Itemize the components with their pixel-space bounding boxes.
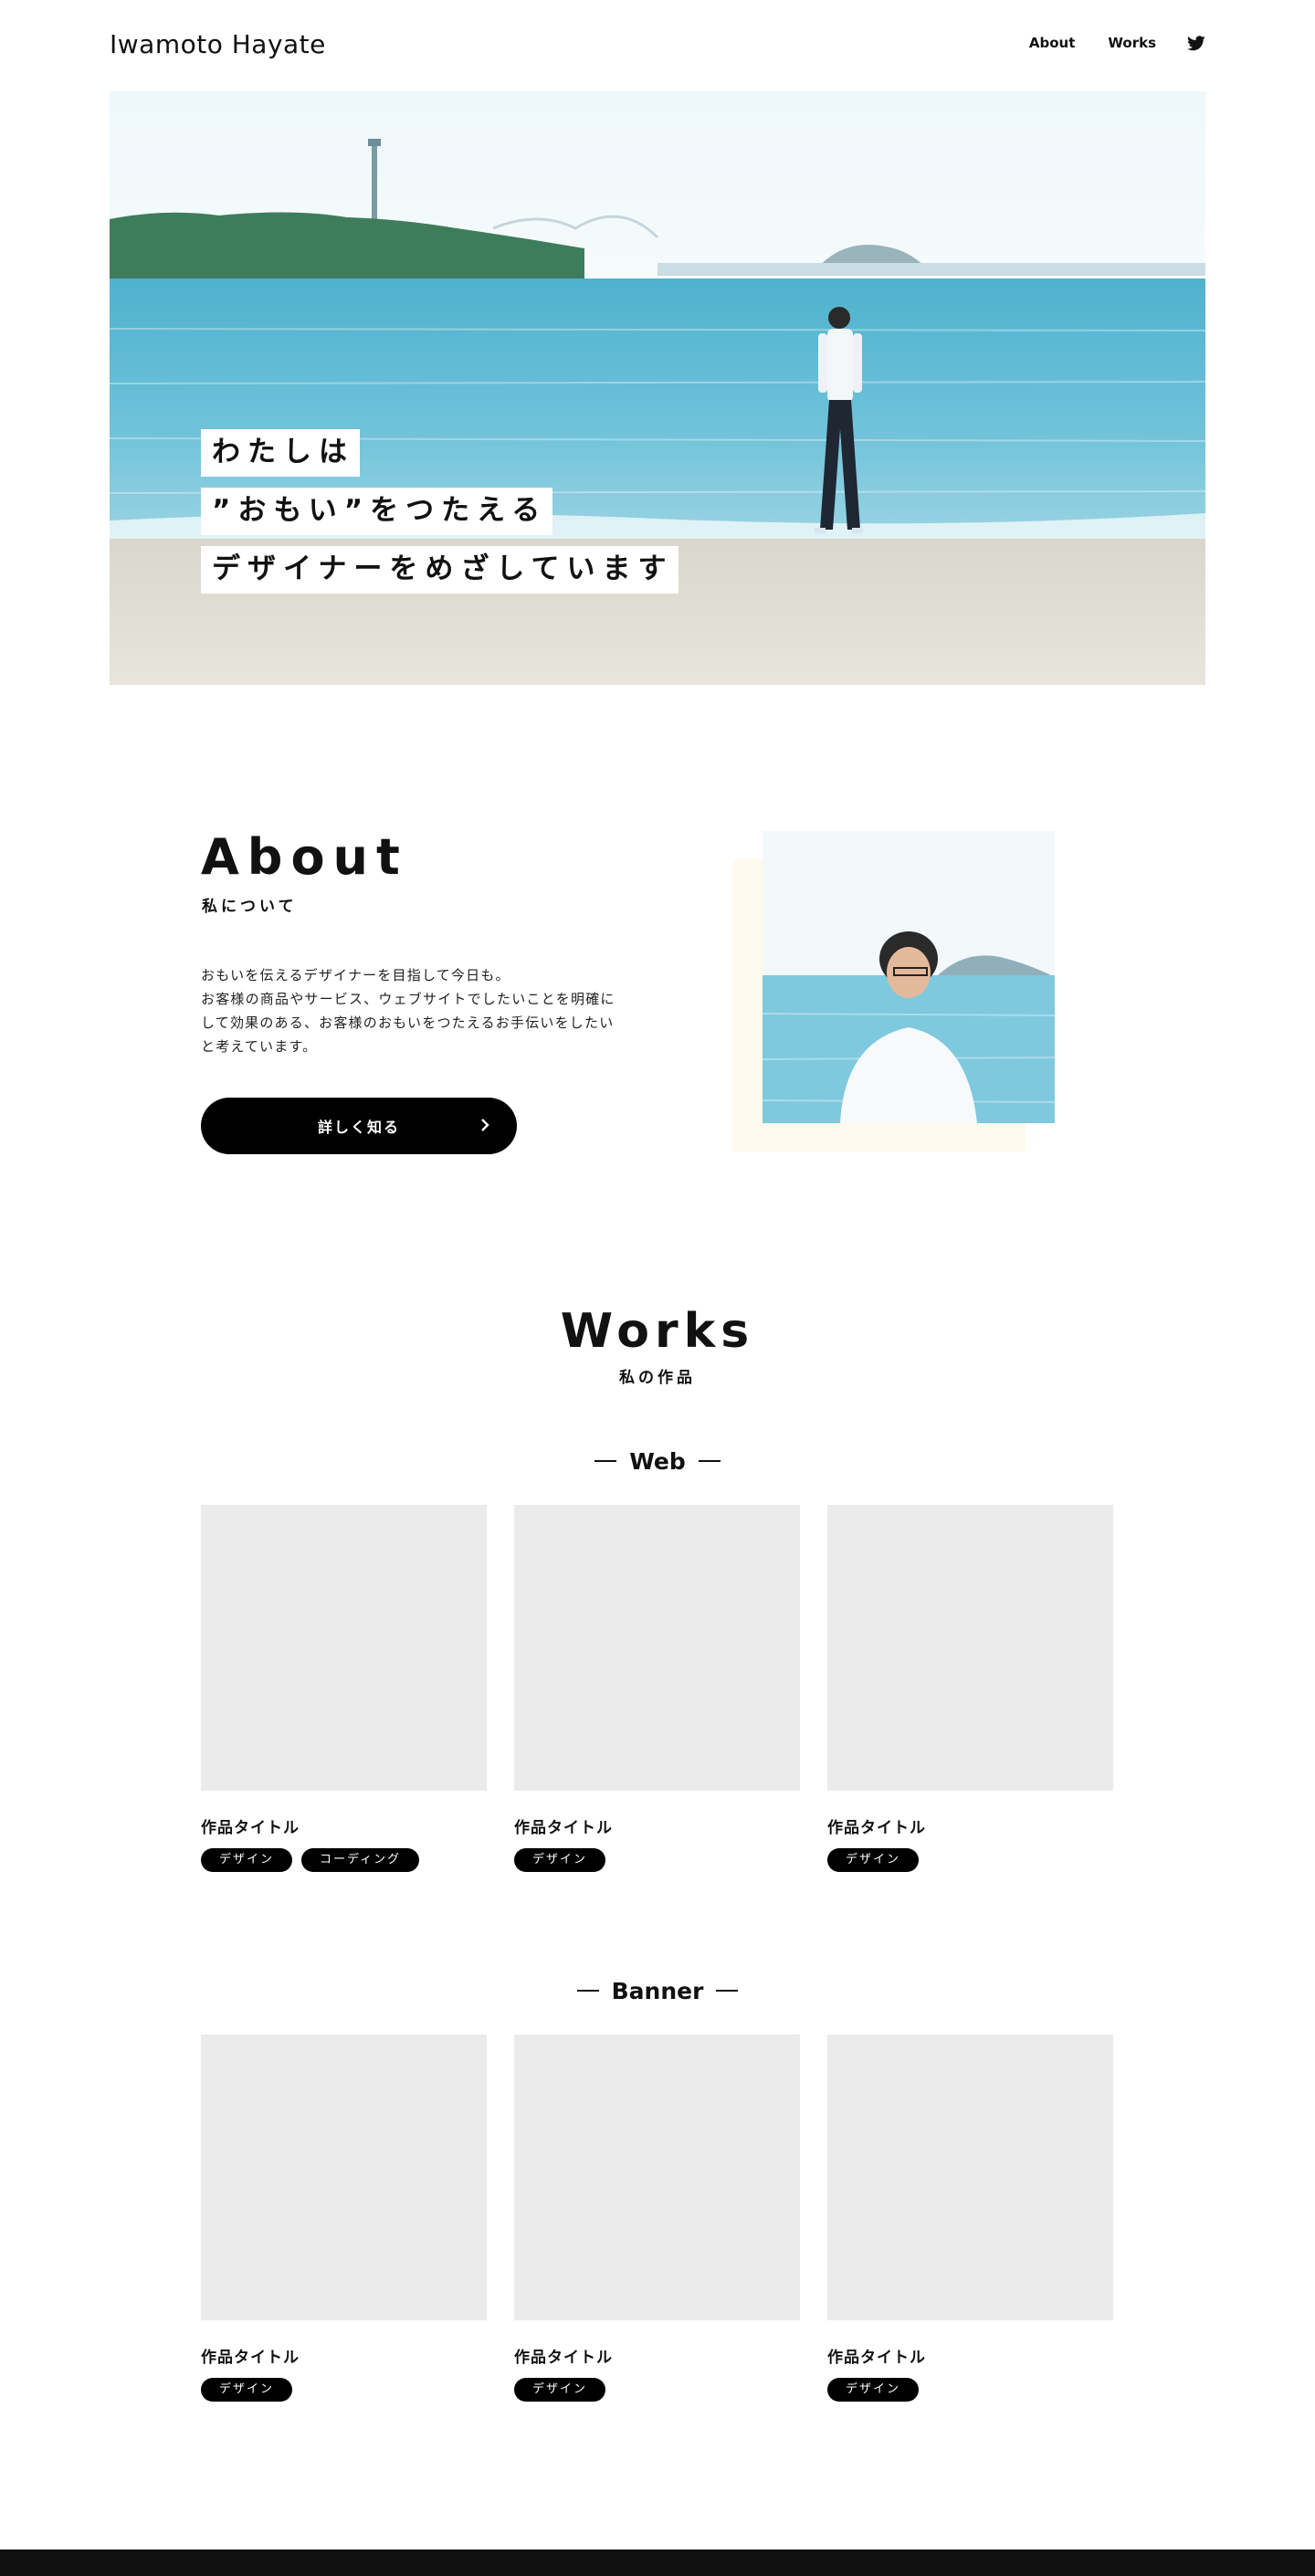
work-title[interactable]: 作品タイトル — [514, 1814, 800, 1837]
work-card[interactable]: 作品タイトル デザイン — [827, 1505, 1113, 1872]
category-heading-web: Web — [0, 1448, 1315, 1475]
site-title[interactable]: Iwamoto Hayate — [110, 29, 326, 59]
about-text-line: と考えています。 — [201, 1038, 318, 1055]
category-name: Banner — [611, 1978, 704, 2004]
tag-list: デザイン — [827, 2378, 1113, 2402]
work-card[interactable]: 作品タイトル デザイン — [201, 2035, 487, 2402]
divider — [576, 1990, 599, 1992]
work-thumbnail[interactable] — [827, 1505, 1113, 1791]
hero: わたしは ”おもい”をつたえる デザイナーをめざしています — [110, 91, 1205, 685]
nav-works[interactable]: Works — [1108, 35, 1156, 51]
work-thumbnail[interactable] — [201, 2035, 487, 2320]
work-thumbnail[interactable] — [201, 1505, 487, 1791]
tag-list: デザイン — [201, 2378, 487, 2402]
tag-list: デザイン — [514, 2378, 800, 2402]
hero-line-3: デザイナーをめざしています — [201, 546, 679, 594]
work-card[interactable]: 作品タイトル デザイン コーディング — [201, 1505, 487, 1872]
about-text-line: して効果のある、お客様のおもいをつたえるお手伝いをしたい — [201, 1015, 615, 1031]
learn-more-button[interactable]: 詳しく知る — [201, 1098, 517, 1154]
tag: デザイン — [201, 2378, 293, 2402]
about-subtitle: 私について — [202, 898, 298, 916]
work-thumbnail[interactable] — [827, 2035, 1113, 2320]
about-text-line: おもいを伝えるデザイナーを目指して今日も。 — [201, 967, 510, 983]
about-portrait-photo — [763, 831, 1055, 1123]
tag: デザイン — [201, 1848, 293, 1872]
work-card[interactable]: 作品タイトル デザイン — [514, 2035, 800, 2402]
twitter-icon[interactable] — [1187, 35, 1205, 51]
work-card[interactable]: 作品タイトル デザイン — [514, 1505, 800, 1872]
hero-photo — [110, 91, 1205, 685]
works-subtitle: 私の作品 — [619, 1369, 696, 1387]
work-title[interactable]: 作品タイトル — [827, 2344, 1113, 2367]
hero-line-1: わたしは — [201, 429, 360, 477]
site-footer — [0, 2550, 1315, 2576]
works-title: Works — [560, 1304, 755, 1359]
tag-list: デザイン — [827, 1848, 1113, 1872]
tag: デザイン — [827, 1848, 920, 1872]
work-card[interactable]: 作品タイトル デザイン — [827, 2035, 1113, 2402]
tag: デザイン — [827, 2378, 920, 2402]
about-title: About — [201, 828, 408, 886]
category-name: Web — [629, 1448, 686, 1475]
tag: デザイン — [514, 1848, 606, 1872]
work-thumbnail[interactable] — [514, 2035, 800, 2320]
hero-line-2: ”おもい”をつたえる — [201, 488, 553, 535]
about-text: おもいを伝えるデザイナーを目指して今日も。 お客様の商品やサービス、ウェブサイト… — [201, 963, 635, 1058]
tag-list: デザイン — [514, 1848, 800, 1872]
about-text-line: お客様の商品やサービス、ウェブサイトでしたいことを明確に — [201, 991, 615, 1007]
work-title[interactable]: 作品タイトル — [514, 2344, 800, 2367]
nav-about[interactable]: About — [1029, 35, 1076, 51]
category-heading-banner: Banner — [0, 1978, 1315, 2004]
divider — [698, 1460, 721, 1462]
work-title[interactable]: 作品タイトル — [201, 1814, 487, 1837]
global-nav: About Works — [996, 35, 1205, 51]
tag: デザイン — [514, 2378, 606, 2402]
tag-list: デザイン コーディング — [201, 1848, 487, 1872]
work-title[interactable]: 作品タイトル — [827, 1814, 1113, 1837]
learn-more-label: 詳しく知る — [317, 1119, 400, 1136]
work-title[interactable]: 作品タイトル — [201, 2344, 487, 2367]
divider — [716, 1990, 739, 1992]
divider — [594, 1460, 617, 1462]
work-thumbnail[interactable] — [514, 1505, 800, 1791]
tag: コーディング — [301, 1848, 420, 1872]
chevron-right-icon — [481, 1119, 489, 1131]
